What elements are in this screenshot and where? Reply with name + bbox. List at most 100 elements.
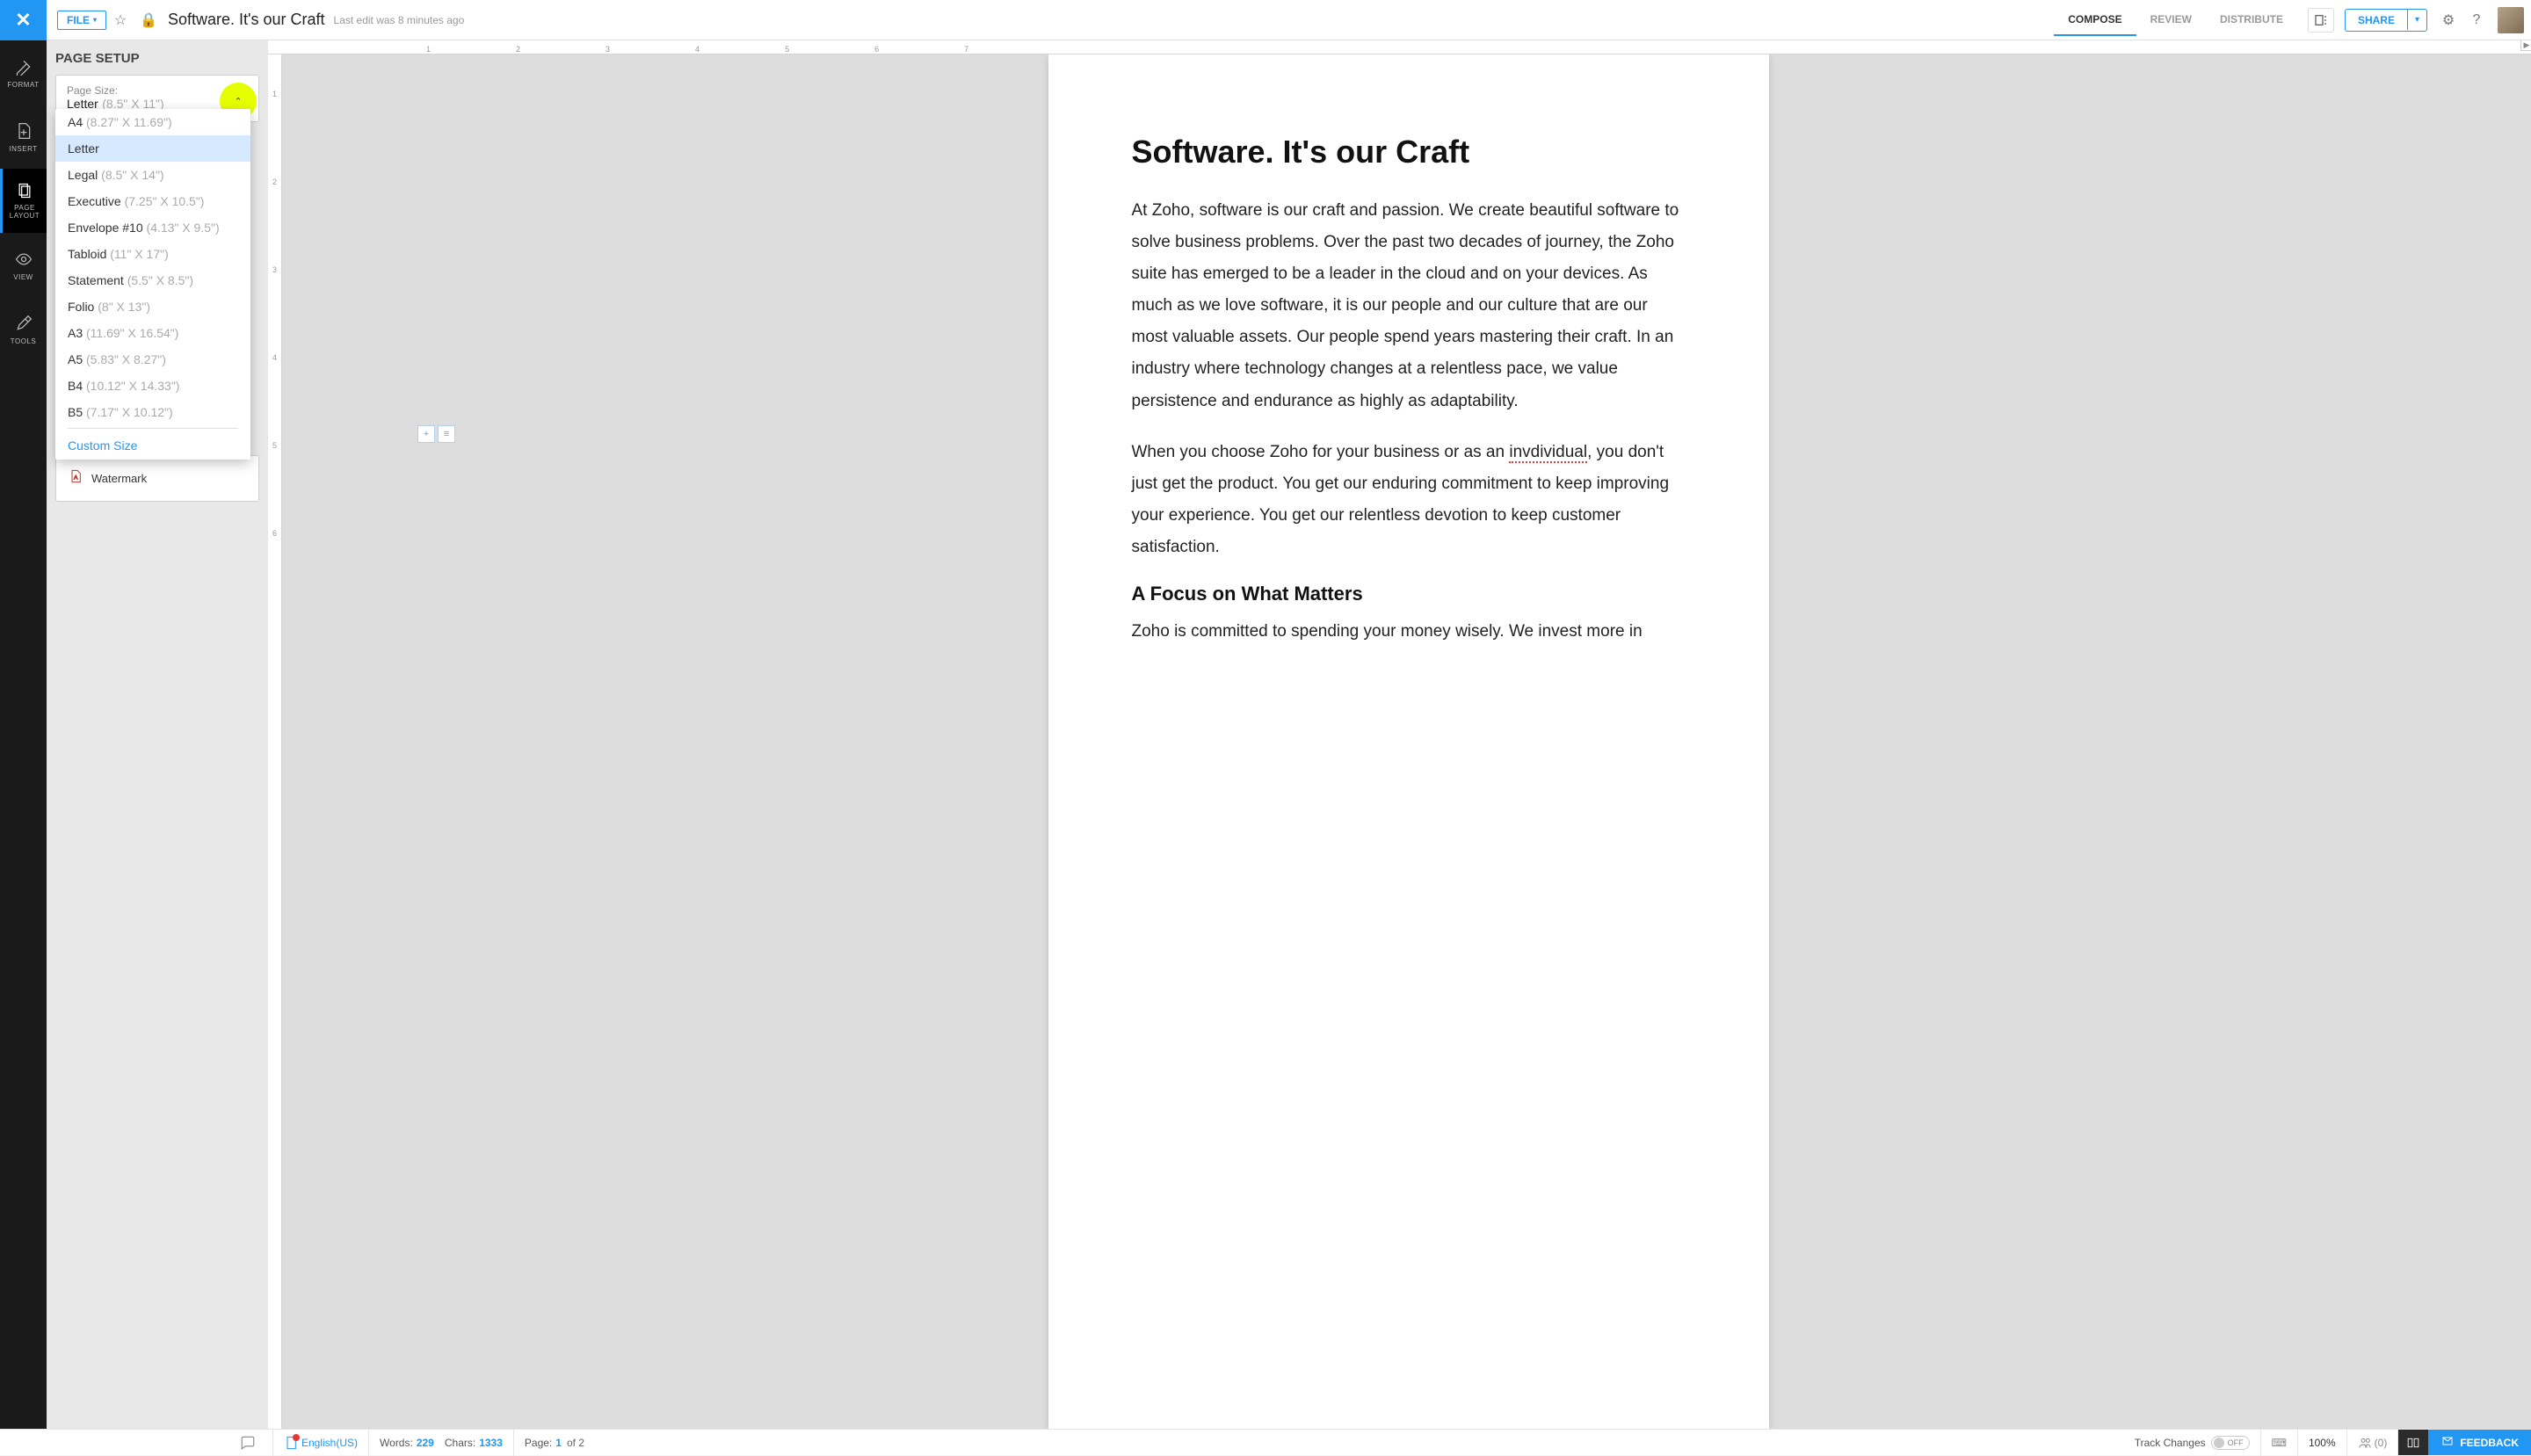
page-size-option-a3[interactable]: A3 (11.69" X 16.54") — [55, 320, 250, 346]
chars-count[interactable]: 1333 — [479, 1437, 503, 1449]
page-size-option-a4[interactable]: A4 (8.27" X 11.69") — [55, 109, 250, 135]
rail-insert[interactable]: INSERT — [0, 105, 47, 169]
main-area: FORMAT INSERT PAGELAYOUT VIEW TOOLS PAGE… — [0, 40, 2531, 1429]
page-label: Page: — [525, 1437, 552, 1449]
page-size-option-tabloid[interactable]: Tabloid (11" X 17") — [55, 241, 250, 267]
page-size-option-a5[interactable]: A5 (5.83" X 8.27") — [55, 346, 250, 373]
ruler-tick: 7 — [964, 45, 968, 54]
feedback-envelope-icon — [2440, 1436, 2455, 1449]
ruler-tick: 5 — [785, 45, 789, 54]
chars-label: Chars: — [445, 1437, 475, 1449]
rail-tools[interactable]: TOOLS — [0, 297, 47, 361]
feedback-label: FEEDBACK — [2460, 1437, 2519, 1449]
share-chevron-icon[interactable]: ▾ — [2407, 10, 2426, 30]
rail-format[interactable]: FORMAT — [0, 40, 47, 105]
spelling-error[interactable]: invdividual — [1509, 443, 1587, 463]
rail-page-layout[interactable]: PAGELAYOUT — [0, 169, 47, 233]
track-changes-label: Track Changes — [2135, 1437, 2206, 1449]
logo-x-icon: ✕ — [15, 9, 31, 32]
spellcheck-icon — [284, 1436, 298, 1450]
help-icon[interactable]: ? — [2466, 10, 2487, 31]
page-size-option-legal[interactable]: Legal (8.5" X 14") — [55, 162, 250, 188]
reader-mode-icon[interactable] — [2398, 1430, 2428, 1455]
ruler-tick: 4 — [695, 45, 700, 54]
page-size-option-statement[interactable]: Statement (5.5" X 8.5") — [55, 267, 250, 293]
feedback-button[interactable]: FEEDBACK — [2428, 1430, 2531, 1455]
doc-heading-2[interactable]: A Focus on What Matters — [1132, 583, 1686, 605]
words-label: Words: — [380, 1437, 413, 1449]
toggle-state: OFF — [2224, 1438, 2247, 1447]
document-title[interactable]: Software. It's our Craft — [168, 11, 325, 29]
ruler-tick: 3 — [606, 45, 610, 54]
format-icon — [14, 57, 33, 76]
doc-paragraph-3[interactable]: Zoho is committed to spending your money… — [1132, 616, 1686, 648]
collab-count: (0) — [2375, 1437, 2388, 1449]
notes-panel-icon[interactable] — [2308, 8, 2334, 33]
settings-icon[interactable]: ⚙ — [2438, 10, 2459, 31]
collaborators-icon[interactable]: (0) — [2358, 1436, 2388, 1450]
alert-dot-icon — [293, 1434, 300, 1441]
document-scroll[interactable]: 123456 + ≡ Software. It's our Craft At Z… — [268, 54, 2531, 1429]
page-size-option-b4[interactable]: B4 (10.12" X 14.33") — [55, 373, 250, 399]
track-changes-toggle[interactable]: OFF — [2211, 1436, 2250, 1450]
language-selector[interactable]: English(US) — [284, 1436, 358, 1450]
comments-icon[interactable] — [234, 1435, 262, 1451]
chevron-down-icon: ▾ — [93, 16, 97, 24]
lock-icon[interactable]: 🔒 — [138, 10, 159, 31]
top-bar: ✕ FILE▾ ☆ 🔒 Software. It's our Craft Las… — [0, 0, 2531, 40]
ruler-tick: 4 — [272, 353, 277, 362]
share-button-group: SHARE ▾ — [2345, 9, 2427, 32]
page-marker-icon[interactable]: ≡ — [438, 425, 455, 443]
page-size-option-executive[interactable]: Executive (7.25" X 10.5") — [55, 188, 250, 214]
ruler-tick: 3 — [272, 265, 277, 274]
ruler-tick: 1 — [426, 45, 431, 54]
zoom-level[interactable]: 100% — [2309, 1437, 2336, 1449]
view-icon — [14, 250, 33, 269]
ruler-tick: 1 — [272, 90, 277, 98]
last-edit-text: Last edit was 8 minutes ago — [334, 14, 465, 26]
tab-review[interactable]: REVIEW — [2136, 4, 2206, 36]
page-size-option-letter[interactable]: Letter — [55, 135, 250, 162]
tab-compose[interactable]: COMPOSE — [2054, 4, 2136, 36]
add-comment-icon[interactable]: + — [417, 425, 435, 443]
rail-insert-label: INSERT — [9, 145, 37, 153]
page-current[interactable]: 1 — [555, 1437, 562, 1449]
rail-tools-label: TOOLS — [11, 337, 36, 345]
watermark-card[interactable]: A Watermark — [55, 455, 259, 502]
custom-size-option[interactable]: Custom Size — [55, 431, 250, 460]
chevron-up-icon: ⌃ — [234, 96, 242, 107]
insert-icon — [14, 121, 33, 141]
page-size-option-b5[interactable]: B5 (7.17" X 10.12") — [55, 399, 250, 425]
page-layout-icon — [15, 181, 34, 200]
page-size-option-folio[interactable]: Folio (8" X 13") — [55, 293, 250, 320]
vertical-ruler: 123456 — [268, 54, 282, 1429]
keyboard-icon[interactable]: ⌨ — [2272, 1437, 2287, 1449]
words-count[interactable]: 229 — [417, 1437, 434, 1449]
file-label: FILE — [67, 14, 90, 26]
p2-part-a: When you choose Zoho for your business o… — [1132, 443, 1510, 461]
side-panel-page-layout: PAGE SETUP Page Size: Letter (8.5" X 11"… — [47, 40, 268, 1429]
doc-heading-1[interactable]: Software. It's our Craft — [1132, 134, 1686, 170]
rail-view[interactable]: VIEW — [0, 233, 47, 297]
toggle-knob-icon — [2214, 1438, 2224, 1448]
doc-paragraph-1[interactable]: At Zoho, software is our craft and passi… — [1132, 195, 1686, 417]
page-gutter-controls: + ≡ — [417, 425, 455, 443]
language-label: English(US) — [301, 1437, 358, 1449]
document-page[interactable]: Software. It's our Craft At Zoho, softwa… — [1048, 54, 1769, 1429]
app-logo[interactable]: ✕ — [0, 0, 47, 40]
horizontal-ruler: 1234567 — [268, 40, 2531, 54]
share-button[interactable]: SHARE — [2346, 10, 2407, 31]
page-size-option-envelope-10[interactable]: Envelope #10 (4.13" X 9.5") — [55, 214, 250, 241]
page-setup-heading: PAGE SETUP — [55, 51, 259, 66]
file-menu-button[interactable]: FILE▾ — [57, 11, 106, 30]
rail-page-layout-label: PAGELAYOUT — [10, 205, 40, 221]
collapse-ruler-icon[interactable]: ▶ — [2520, 40, 2531, 51]
document-area: ▶ 1234567 123456 + ≡ Software. It's our … — [268, 40, 2531, 1429]
doc-paragraph-2[interactable]: When you choose Zoho for your business o… — [1132, 437, 1686, 563]
user-avatar[interactable] — [2498, 7, 2524, 33]
star-icon[interactable]: ☆ — [110, 10, 131, 31]
svg-text:A: A — [74, 474, 78, 481]
tab-distribute[interactable]: DISTRIBUTE — [2206, 4, 2297, 36]
tools-icon — [14, 314, 33, 333]
rail-format-label: FORMAT — [7, 81, 39, 89]
